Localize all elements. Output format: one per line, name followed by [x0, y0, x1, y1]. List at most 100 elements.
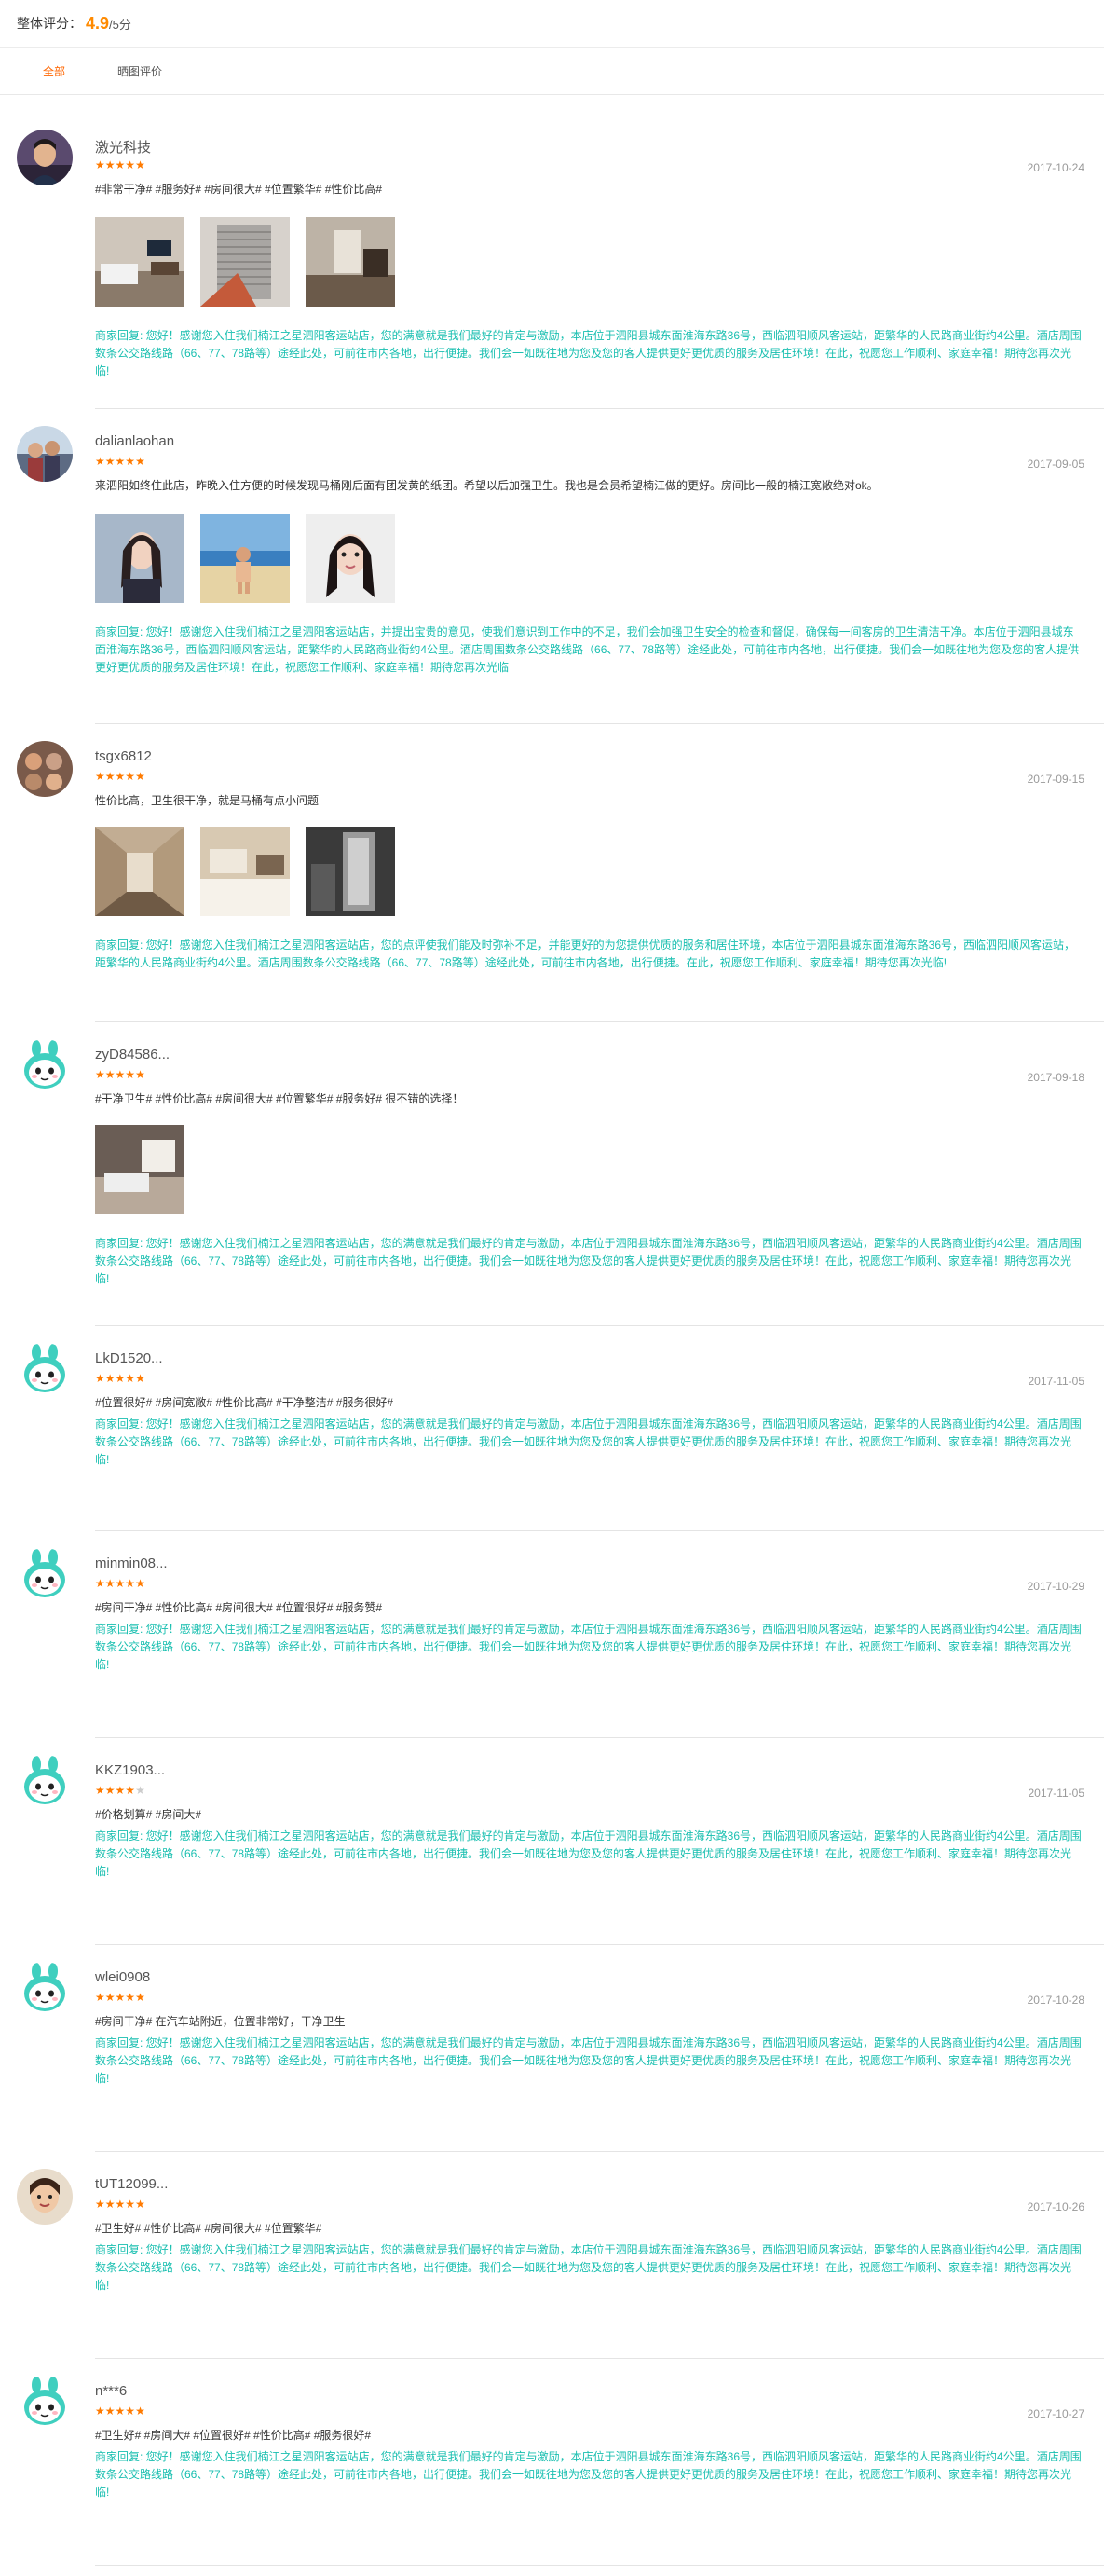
star-filled-icon: ★ — [104, 2198, 116, 2211]
merchant-reply: 商家回复: 您好！感谢您入住我们楠江之星泗阳客运站店，您的满意就是我们最好的肯定… — [95, 1829, 1082, 1878]
star-filled-icon: ★ — [135, 455, 145, 468]
tab-photo-reviews[interactable]: 晒图评价 — [117, 48, 162, 94]
star-filled-icon: ★ — [104, 1068, 116, 1081]
review-text: #价格划算# #房间大# — [95, 1808, 202, 1821]
girl-portrait-photo[interactable] — [306, 514, 395, 603]
review-username: minmin08... — [95, 1555, 168, 1571]
star-filled-icon: ★ — [95, 158, 105, 171]
girl-selfie-photo[interactable] — [95, 514, 184, 603]
overall-rating-score: 4.9 — [86, 13, 110, 33]
room-bed-photo[interactable] — [95, 1125, 184, 1214]
star-empty-icon: ★ — [135, 1784, 145, 1797]
review-photos — [95, 827, 395, 916]
review-item: tsgx6812 ★★★★★ 2017-09-15 性价比高，卫生很干净，就是马桶有点… — [0, 724, 1104, 1022]
review-date: 2017-09-15 — [1027, 773, 1084, 786]
review-item: dalianlaohan ★★★★★ 2017-09-05 来泗阳如终住此店，昨晚入住… — [0, 409, 1104, 724]
beach-child-photo[interactable] — [200, 514, 290, 603]
star-filled-icon: ★ — [95, 2198, 105, 2211]
star-filled-icon: ★ — [135, 1991, 145, 2004]
merchant-reply: 商家回复: 您好！感谢您入住我们楠江之星泗阳客运站店，您的满意就是我们最好的肯定… — [95, 1623, 1082, 1671]
review-username: n***6 — [95, 2383, 128, 2399]
star-filled-icon: ★ — [115, 1372, 126, 1385]
window-curtain-photo[interactable] — [200, 217, 290, 307]
star-filled-icon: ★ — [125, 455, 136, 468]
star-filled-icon: ★ — [115, 1068, 126, 1081]
user-avatar[interactable] — [17, 130, 73, 185]
tab-all[interactable]: 全部 — [43, 48, 65, 94]
review-text: #位置很好# #房间宽敞# #性价比高# #干净整洁# #服务很好# — [95, 1396, 394, 1409]
rating-stars: ★★★★★ — [95, 456, 145, 467]
bedroom-photo[interactable] — [200, 827, 290, 916]
user-avatar[interactable] — [17, 426, 73, 482]
star-filled-icon: ★ — [104, 455, 116, 468]
review-text: #卫生好# #房间大# #位置很好# #性价比高# #服务很好# — [95, 2429, 372, 2442]
review-item: wlei0908 ★★★★★ 2017-10-28 #房间干净# 在汽车站附近，位置非… — [0, 1945, 1104, 2152]
merchant-reply: 商家回复: 您好！感谢您入住我们楠江之星泗阳客运站店，您的点评使我们能及时弥补不… — [95, 939, 1076, 969]
review-date: 2017-09-18 — [1027, 1071, 1084, 1084]
star-filled-icon: ★ — [95, 2405, 105, 2418]
review-item: n***6 ★★★★★ 2017-10-27 #卫生好# #房间大# #位置很好# #… — [0, 2359, 1104, 2566]
review-photos — [95, 1125, 184, 1214]
user-avatar[interactable] — [17, 1548, 73, 1604]
rating-stars: ★★★★★ — [95, 2199, 145, 2210]
star-filled-icon: ★ — [125, 158, 136, 171]
star-filled-icon: ★ — [95, 770, 105, 783]
star-filled-icon: ★ — [95, 1577, 105, 1590]
review-username: 激光科技 — [95, 140, 152, 156]
review-username: LkD1520... — [95, 1350, 163, 1366]
star-filled-icon: ★ — [135, 158, 145, 171]
tab-all-label: 全部 — [43, 64, 66, 78]
room-corner-photo[interactable] — [306, 217, 395, 307]
star-filled-icon: ★ — [95, 455, 105, 468]
review-date: 2017-10-27 — [1027, 2407, 1084, 2420]
star-filled-icon: ★ — [125, 1577, 136, 1590]
review-item: tUT12099... ★★★★★ 2017-10-26 #卫生好# #性价比高# #… — [0, 2152, 1104, 2359]
user-avatar[interactable] — [17, 1962, 73, 2018]
overall-rating-max: /5分 — [109, 17, 131, 32]
star-filled-icon: ★ — [125, 1068, 136, 1081]
user-avatar[interactable] — [17, 1755, 73, 1811]
star-filled-icon: ★ — [135, 770, 145, 783]
star-filled-icon: ★ — [115, 1577, 126, 1590]
star-filled-icon: ★ — [125, 1784, 136, 1797]
star-filled-icon: ★ — [104, 1991, 116, 2004]
review-item: KKZ1903... ★★★★★ 2017-11-05 #价格划算# #房间大# 商家回… — [0, 1738, 1104, 1945]
star-filled-icon: ★ — [125, 1991, 136, 2004]
user-avatar[interactable] — [17, 741, 73, 797]
star-filled-icon: ★ — [104, 2405, 116, 2418]
review-date: 2017-10-26 — [1027, 2200, 1084, 2213]
rating-stars: ★★★★★ — [95, 159, 145, 171]
star-filled-icon: ★ — [104, 770, 116, 783]
user-avatar[interactable] — [17, 1039, 73, 1095]
user-avatar[interactable] — [17, 1343, 73, 1399]
star-filled-icon: ★ — [135, 2198, 145, 2211]
hotel-room-photo[interactable] — [95, 217, 184, 307]
star-filled-icon: ★ — [95, 1784, 105, 1797]
review-date: 2017-11-05 — [1028, 1787, 1085, 1800]
star-filled-icon: ★ — [125, 2405, 136, 2418]
bathroom-photo[interactable] — [306, 827, 395, 916]
review-date: 2017-09-05 — [1027, 458, 1084, 471]
star-filled-icon: ★ — [125, 2198, 136, 2211]
review-item: minmin08... ★★★★★ 2017-10-29 #房间干净# #性价比高# … — [0, 1531, 1104, 1738]
review-username: KKZ1903... — [95, 1762, 166, 1778]
star-filled-icon: ★ — [115, 455, 126, 468]
review-username: tsgx6812 — [95, 748, 152, 764]
star-filled-icon: ★ — [104, 158, 116, 171]
user-avatar[interactable] — [17, 2169, 73, 2225]
review-list: 激光科技 ★★★★★ 2017-10-24 #非常干净# #服务好# #房间很大# #… — [0, 95, 1104, 2576]
rating-stars: ★★★★★ — [95, 1069, 145, 1080]
user-avatar[interactable] — [17, 2376, 73, 2432]
review-item: zyD84586... ★★★★★ 2017-09-18 #干净卫生# #性价比高# … — [0, 1022, 1104, 1326]
review-item: LkD1520... ★★★★★ 2017-11-05 #位置很好# #房间宽敞# #… — [0, 1326, 1104, 1531]
star-filled-icon: ★ — [115, 2198, 126, 2211]
rating-stars: ★★★★★ — [95, 771, 145, 782]
review-text: #房间干净# 在汽车站附近，位置非常好，干净卫生 — [95, 2015, 346, 2028]
merchant-reply: 商家回复: 您好！感谢您入住我们楠江之星泗阳客运站店，您的满意就是我们最好的肯定… — [95, 329, 1082, 377]
star-filled-icon: ★ — [125, 1372, 136, 1385]
review-text: 来泗阳如终住此店，昨晚入住方便的时候发现马桶刚后面有团发黄的纸团。希望以后加强卫… — [95, 479, 879, 492]
hallway-photo[interactable] — [95, 827, 184, 916]
review-filter-tabs: 全部 晒图评价 — [0, 48, 1104, 95]
review-divider — [95, 2565, 1104, 2566]
rating-stars: ★★★★★ — [95, 1578, 145, 1589]
